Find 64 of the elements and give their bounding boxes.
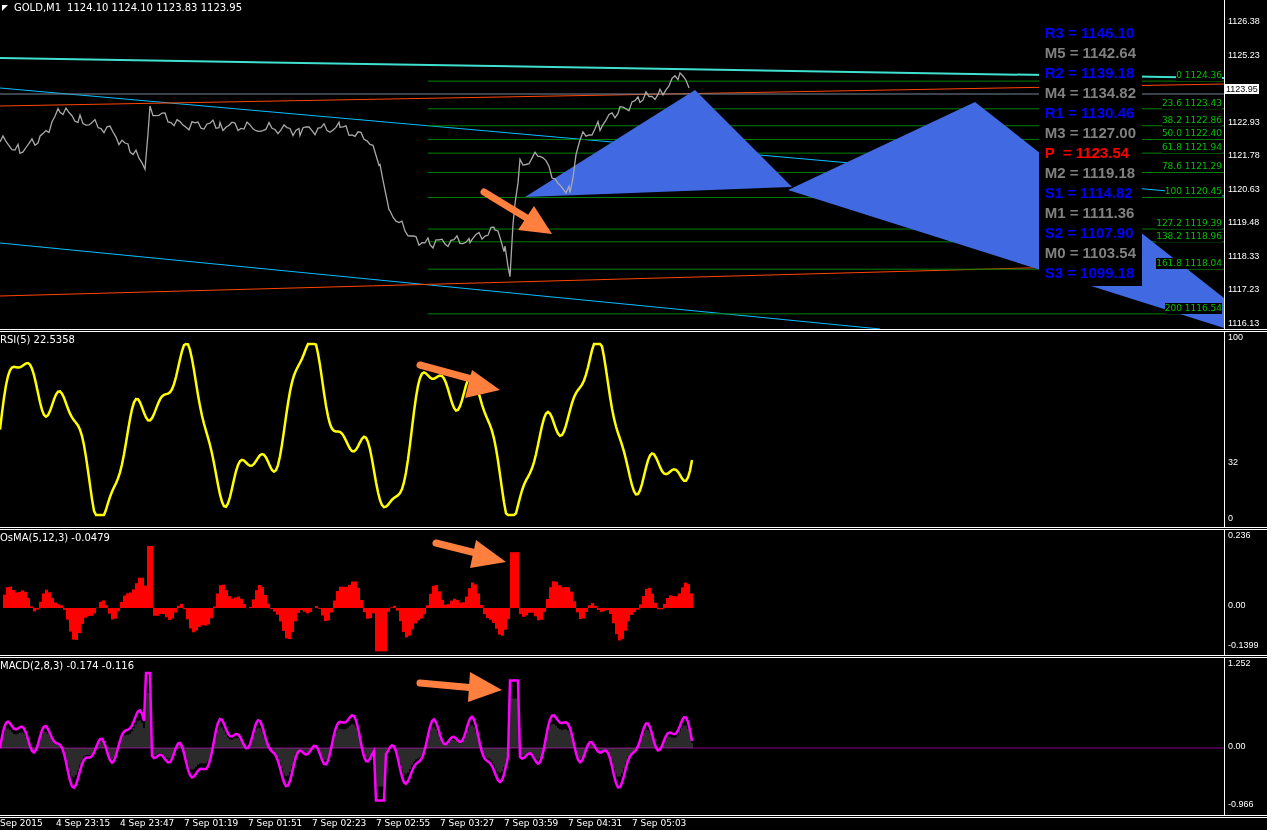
pivot-level-label: R2 = 1139.18 (1044, 64, 1135, 82)
fibonacci-level-label: 61.8 1121.94 (1161, 142, 1222, 154)
indicator-tick: 0.00 (1228, 741, 1246, 752)
pivot-level-label: M2 = 1119.18 (1044, 164, 1136, 182)
time-tick: 7 Sep 01:19 (184, 818, 240, 830)
pivot-level-label: M0 = 1103.54 (1044, 244, 1136, 262)
time-tick: 7 Sep 04:31 (568, 818, 624, 830)
price-tick: 1125.23 (1228, 49, 1260, 60)
pivot-level-label: M3 = 1127.00 (1044, 124, 1136, 142)
time-tick: 7 Sep 05:03 (632, 818, 688, 830)
indicator-tick: 0 (1228, 513, 1233, 524)
arrow-icon (432, 539, 506, 568)
pivot-level-label: M5 = 1142.64 (1044, 44, 1136, 62)
fibonacci-level-label: 200 1116.54 (1164, 302, 1222, 314)
pivot-level-label: S1 = 1114.82 (1044, 184, 1133, 202)
indicator-title: MACD(2,8,3) -0.174 -0.116 (0, 660, 135, 671)
fibonacci-level-label: 50.0 1122.40 (1161, 128, 1222, 140)
indicator-title: OsMA(5,12,3) -0.0479 (0, 532, 110, 543)
time-tick: 7 Sep 02:55 (376, 818, 432, 830)
pivot-level-label: M4 = 1134.82 (1044, 84, 1136, 102)
indicator-tick: -0.966 (1228, 799, 1254, 810)
time-tick: 7 Sep 03:27 (440, 818, 496, 830)
time-tick: Sep 2015 (0, 818, 44, 830)
pivot-level-label: P = 1123.54 (1044, 144, 1130, 162)
time-tick: 4 Sep 23:15 (56, 818, 112, 830)
price-tick: 1116.13 (1228, 317, 1260, 328)
indicator-tick: 32 (1228, 456, 1238, 467)
arrow-icon (416, 672, 502, 702)
fibonacci-level-label: 138.2 1118.96 (1156, 230, 1222, 242)
arrow-icon (480, 188, 552, 234)
time-tick: 7 Sep 03:59 (504, 818, 560, 830)
symbol-label: GOLD,M1 (14, 2, 62, 13)
indicator-title: RSI(5) 22.5358 (0, 334, 75, 345)
fibonacci-level-label: 0 1124.36 (1176, 70, 1222, 82)
indicator-tick: 100 (1228, 332, 1244, 342)
time-tick: 7 Sep 01:51 (248, 818, 304, 830)
indicator-tick: 1.252 (1228, 658, 1251, 668)
fibonacci-level-label: 78.6 1121.29 (1161, 161, 1222, 173)
indicator-tick: 0.00 (1228, 600, 1246, 610)
price-tick: 1126.38 (1228, 16, 1260, 26)
indicator-tick: -0.1399 (1228, 640, 1259, 650)
pivot-level-label: R3 = 1146.10 (1044, 24, 1135, 42)
price-tick: 1120.63 (1228, 183, 1260, 194)
pivot-level-label: S3 = 1099.18 (1044, 264, 1135, 282)
fibonacci-level-label: 38.2 1122.86 (1161, 114, 1222, 126)
time-tick: 7 Sep 02:23 (312, 818, 368, 830)
fibonacci-level-label: 127.2 1119.39 (1156, 218, 1222, 229)
pivot-level-label: S2 = 1107.90 (1044, 224, 1134, 242)
current-price-label: 1123.95 (1225, 84, 1259, 94)
arrow-icon (416, 361, 500, 398)
quote-values: 1124.10 1124.10 1123.83 1123.95 (67, 2, 242, 13)
price-tick: 1122.93 (1228, 116, 1260, 127)
pivot-level-label: M1 = 1111.36 (1044, 204, 1135, 222)
fibonacci-level-label: 161.8 1118.04 (1156, 258, 1222, 270)
price-tick: 1118.33 (1228, 250, 1260, 261)
price-tick: 1119.48 (1228, 217, 1260, 227)
caret-icon[interactable] (2, 4, 8, 11)
indicator-tick: 0.236 (1228, 530, 1251, 540)
time-tick: 4 Sep 23:47 (120, 818, 176, 830)
price-tick: 1121.78 (1228, 150, 1260, 160)
fibonacci-level-label: 23.6 1123.43 (1161, 97, 1222, 109)
pivot-level-label: R1 = 1130.46 (1044, 104, 1135, 122)
price-tick: 1117.23 (1228, 284, 1260, 294)
fibonacci-level-label: 100 1120.45 (1164, 186, 1222, 198)
